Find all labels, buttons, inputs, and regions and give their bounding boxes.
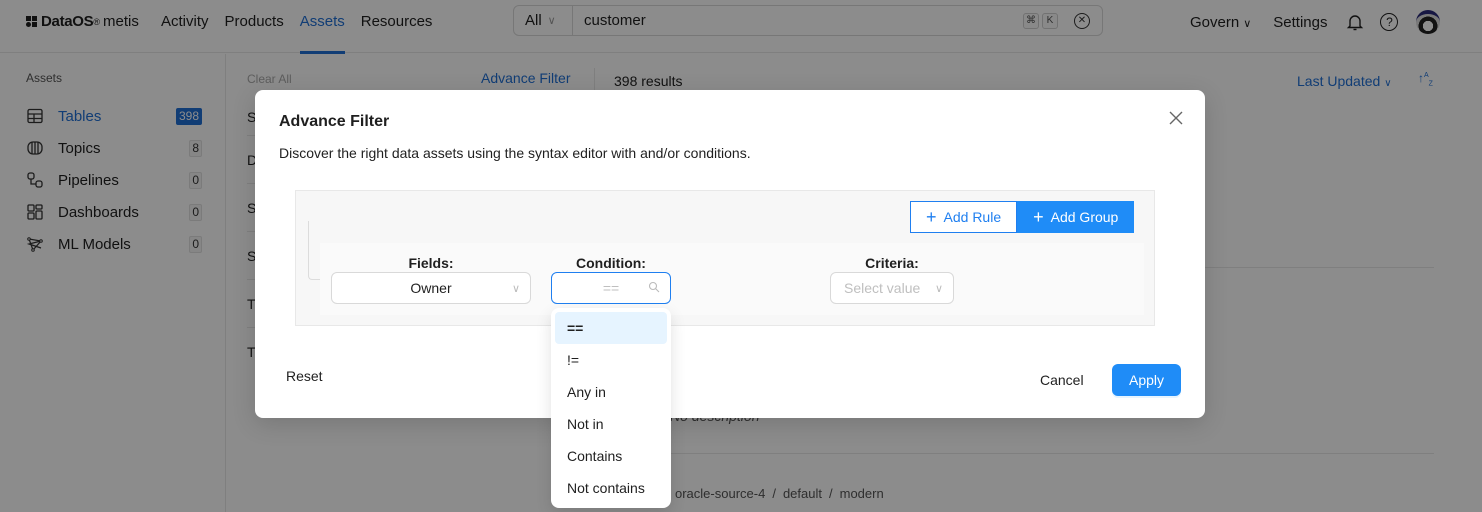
builder-actions: + Add Rule + Add Group	[910, 201, 1135, 233]
condition-placeholder: ==	[602, 280, 620, 296]
condition-option-any-in[interactable]: Any in	[555, 376, 667, 408]
modal-subtitle: Discover the right data assets using the…	[279, 145, 751, 161]
condition-option-not-in[interactable]: Not in	[555, 408, 667, 440]
chevron-down-icon: ∨	[511, 282, 520, 295]
criteria-label: Criteria:	[865, 255, 919, 271]
condition-select[interactable]: ==	[551, 272, 671, 304]
query-builder: + Add Rule + Add Group Fields: Owner ∨ Con…	[295, 190, 1155, 326]
advance-filter-modal: Advance Filter Discover the right data a…	[255, 90, 1205, 418]
condition-option-equals[interactable]: ==	[555, 312, 667, 344]
add-group-button[interactable]: + Add Group	[1017, 201, 1135, 233]
fields-label: Fields:	[408, 255, 454, 271]
criteria-placeholder: Select value	[844, 280, 921, 296]
add-rule-button[interactable]: + Add Rule	[910, 201, 1018, 233]
condition-label: Condition:	[576, 255, 646, 271]
fields-select[interactable]: Owner ∨	[331, 272, 531, 304]
add-rule-label: Add Rule	[943, 209, 1002, 225]
rule-row: Fields: Owner ∨ Condition: == Criteria: …	[320, 243, 1144, 315]
plus-icon: +	[926, 207, 937, 227]
condition-option-not-equals[interactable]: !=	[555, 344, 667, 376]
cancel-button[interactable]: Cancel	[1025, 364, 1099, 396]
criteria-select[interactable]: Select value ∨	[830, 272, 954, 304]
apply-button[interactable]: Apply	[1112, 364, 1181, 396]
condition-option-contains[interactable]: Contains	[555, 440, 667, 472]
fields-value: Owner	[410, 280, 452, 296]
search-icon	[648, 281, 660, 293]
add-group-label: Add Group	[1050, 209, 1119, 225]
close-icon[interactable]	[1167, 109, 1185, 127]
condition-dropdown: == != Any in Not in Contains Not contain…	[551, 308, 671, 508]
modal-title: Advance Filter	[279, 113, 390, 130]
chevron-down-icon: ∨	[934, 282, 943, 295]
condition-option-not-contains[interactable]: Not contains	[555, 472, 667, 504]
plus-icon: +	[1033, 207, 1044, 227]
reset-button[interactable]: Reset	[279, 364, 330, 388]
